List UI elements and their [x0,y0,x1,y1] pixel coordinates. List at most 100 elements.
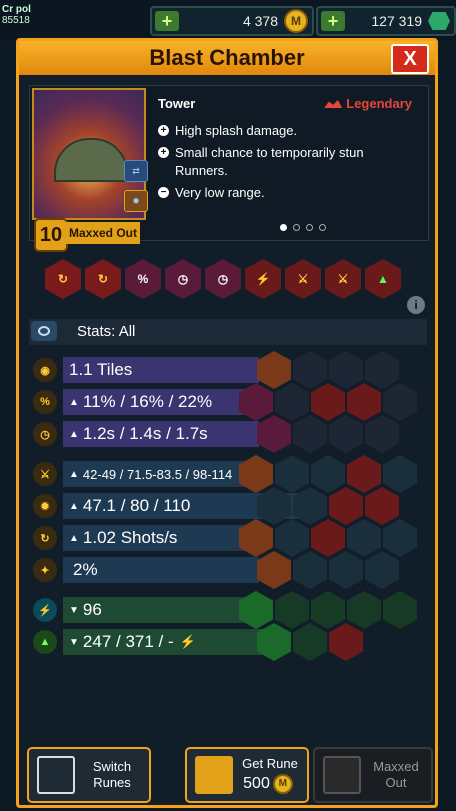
rune-slot-filled[interactable] [347,455,381,493]
gem-icon [428,12,450,30]
rune-slot-empty[interactable] [329,415,363,453]
rune-slot-filled[interactable] [329,487,363,525]
get-rune-button[interactable]: Get Rune 500 M [185,747,309,803]
rune-slot-empty[interactable] [383,383,417,421]
level-badge: 10 [34,218,68,252]
lightning-icon: ⚡ [33,598,57,622]
rune-slot-empty[interactable] [275,383,309,421]
add-coins-button[interactable]: + [155,11,179,31]
add-gems-button[interactable]: + [321,11,345,31]
down-arrow-icon: ▼ [69,636,79,648]
stats-filter[interactable]: Stats: All [29,319,427,345]
rune-slot-empty[interactable] [383,455,417,493]
coins-counter: + 4 378 M [150,6,314,36]
description-list: + High splash damage. + Small chance to te… [158,122,418,206]
rune-slot-empty[interactable] [365,351,399,389]
player-id: 85518 [2,15,30,26]
up-arrow-icon: ▲ [69,428,79,440]
rune-slot-filled[interactable] [257,415,291,453]
description-text: High splash damage. [175,123,298,138]
page-dot[interactable] [280,224,287,231]
stun-timer-icon[interactable]: ◷ [205,259,241,299]
stun-duration-icon: ◷ [33,422,57,446]
get-rune-label: Get Rune 500 M [233,756,307,794]
up-arrow-icon: ▲ [69,532,79,544]
rune-slot-empty[interactable] [365,551,399,589]
stat-row-fire-rate: ↻ ▲ 1.02 Shots/s [33,525,259,551]
switch-runes-label: Switch Runes [92,759,132,790]
stat-row-range: ◉ 1.1 Tiles [33,357,259,383]
stat-bar: 2% [63,557,259,583]
crit-icon: ✦ [33,558,57,582]
player-name: Cr pol [2,4,31,15]
rune-slot-empty[interactable] [347,591,381,629]
stun-timer-icon[interactable]: ◷ [165,259,201,299]
rune-slot-empty[interactable] [275,455,309,493]
rune-slots: ↻ ↻ % ◷ ◷ ⚡ ⚔ ⚔ ▲ [45,259,401,299]
damage-combo-icon[interactable]: ⚔ [285,259,321,299]
damage-combo-icon[interactable]: ⚔ [325,259,361,299]
maxxed-out-button[interactable]: Maxxed Out [313,747,433,803]
lightning-combo-icon[interactable]: ⚡ [245,259,281,299]
rune-slot-empty[interactable] [347,519,381,557]
upgrade-combo-icon[interactable]: ▲ [365,259,401,299]
page-dot[interactable] [293,224,300,231]
eye-icon[interactable] [31,321,57,341]
rune-slot-empty[interactable] [329,551,363,589]
rarity-label: Legendary [324,96,412,111]
rune-slot-empty[interactable] [293,551,327,589]
rune-slot-empty[interactable] [365,415,399,453]
rune-slot-empty[interactable] [275,591,309,629]
upgrade-arrow-icon [323,756,361,794]
rune-box-icon [195,756,233,794]
reload-rune-icon[interactable]: ↻ [45,259,81,299]
panel-title: Blast Chamber [149,45,305,70]
stat-value: 47.1 / 80 / 110 [82,496,191,515]
stat-row-stun-duration: ◷ ▲ 1.2s / 1.4s / 1.7s [33,421,259,447]
plus-icon: + [158,147,169,158]
rune-slot-empty[interactable] [329,351,363,389]
minus-icon: − [158,187,169,198]
rune-slot-filled[interactable] [347,383,381,421]
rune-slot-empty[interactable] [293,623,327,661]
coins-value: 4 378 [242,13,278,29]
page-dot[interactable] [319,224,326,231]
reload-rune-icon[interactable]: ↻ [85,259,121,299]
info-icon[interactable]: i [407,296,425,314]
page-dot[interactable] [306,224,313,231]
switch-runes-button[interactable]: Switch Runes [27,747,151,803]
blast-rune-icon: ✹ [124,190,148,212]
rune-slot-empty[interactable] [311,455,345,493]
splash-percent-icon[interactable]: % [125,259,161,299]
stats-filter-label: Stats: All [77,323,136,340]
rune-slot-filled[interactable] [257,551,291,589]
rune-slot-empty[interactable] [311,591,345,629]
stat-value: 42-49 / 71.5-83.5 / 98-114 [82,466,233,482]
tower-type: Tower [158,96,196,111]
rune-slot-filled[interactable] [311,519,345,557]
page-indicator[interactable] [280,224,326,231]
rune-slot-filled[interactable] [329,623,363,661]
stat-row-upgrade: ▲ ▼ 247 / 371 / - ⚡ [33,629,279,655]
rune-slot-empty[interactable] [293,415,327,453]
rune-slot-filled[interactable] [365,487,399,525]
player-info[interactable]: Cr pol 85518 [2,4,62,38]
stun-chance-icon: % [33,390,57,414]
rune-slot-empty[interactable] [293,351,327,389]
gems-counter: + 127 319 [316,6,456,36]
description-item: − Very low range. [158,184,418,202]
description-text: Small chance to temporarily stun Runners… [175,145,364,178]
rune-slot-filled[interactable] [257,351,291,389]
maxxed-label: Maxxed Out [66,222,140,244]
title-bar: Blast Chamber X [19,41,435,75]
rune-slot-filled[interactable] [311,383,345,421]
close-button[interactable]: X [391,44,429,74]
splash-damage-icon: ✹ [33,494,57,518]
rune-slot-empty[interactable] [383,519,417,557]
cost-value: 500 [243,775,270,792]
rune-slot-empty[interactable] [275,519,309,557]
stat-bar: ▼ 247 / 371 / - ⚡ [63,629,279,655]
description-item: + Small chance to temporarily stun Runner… [158,144,418,180]
rune-slot-empty[interactable] [383,591,417,629]
coin-icon: M [272,774,293,794]
